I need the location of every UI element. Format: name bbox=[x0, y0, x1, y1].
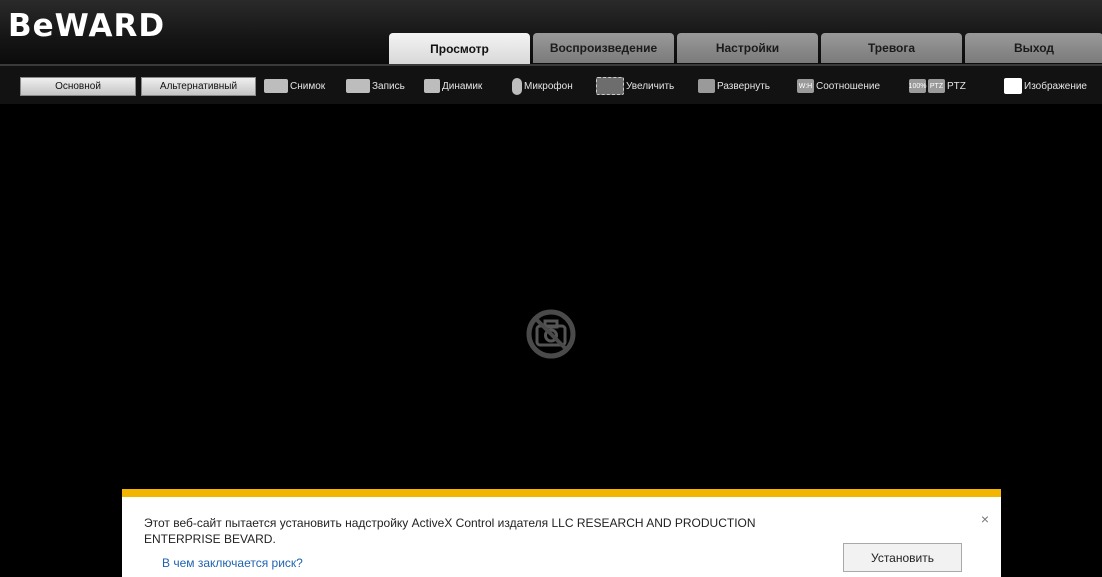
microphone-label: Микрофон bbox=[524, 80, 573, 92]
ratio-icon: W:H bbox=[797, 79, 814, 93]
toolbar: Основной Альтернативный Снимок Запись Ди… bbox=[0, 64, 1102, 104]
stream-main-button[interactable]: Основной bbox=[20, 77, 136, 96]
ratio-label: Соотношение bbox=[816, 80, 881, 92]
fullscreen-icon bbox=[698, 79, 715, 93]
snapshot-label: Снимок bbox=[290, 80, 326, 92]
beward-logo: BeWARD bbox=[8, 8, 166, 44]
main-tabs: Просмотр Воспроизведение Настройки Трево… bbox=[389, 33, 1102, 64]
image-icon bbox=[1004, 78, 1022, 94]
hundred-percent-icon: 100% bbox=[909, 79, 926, 93]
record-label: Запись bbox=[372, 80, 405, 92]
zoom-icon bbox=[596, 77, 624, 95]
fullscreen-tool[interactable]: Развернуть bbox=[698, 75, 770, 97]
ptz-label: PTZ bbox=[947, 80, 966, 92]
install-button[interactable]: Установить bbox=[843, 543, 962, 572]
image-tool[interactable]: Изображение bbox=[1004, 75, 1087, 97]
tab-playback[interactable]: Воспроизведение bbox=[533, 33, 674, 63]
tab-view[interactable]: Просмотр bbox=[389, 33, 530, 64]
zoom-label: Увеличить bbox=[626, 80, 675, 92]
speaker-tool[interactable]: Динамик bbox=[424, 75, 482, 97]
ratio-tool[interactable]: W:H Соотношение bbox=[797, 75, 880, 97]
ptz-icon: PTZ bbox=[928, 79, 945, 93]
stream-alt-button[interactable]: Альтернативный bbox=[141, 77, 256, 96]
microphone-tool[interactable]: Микрофон bbox=[512, 75, 573, 97]
tab-logout[interactable]: Выход bbox=[965, 33, 1102, 63]
snapshot-tool[interactable]: Снимок bbox=[264, 75, 325, 97]
speaker-label: Динамик bbox=[442, 80, 483, 92]
risk-link[interactable]: В чем заключается риск? bbox=[162, 556, 303, 570]
camera-icon bbox=[264, 79, 288, 93]
fullscreen-label: Развернуть bbox=[717, 80, 771, 92]
image-label: Изображение bbox=[1024, 80, 1087, 92]
tab-settings[interactable]: Настройки bbox=[677, 33, 818, 63]
page: BeWARD Просмотр Воспроизведение Настройк… bbox=[0, 0, 1102, 577]
record-tool[interactable]: Запись bbox=[346, 75, 405, 97]
no-camera-icon bbox=[526, 309, 576, 359]
activex-message: Этот веб-сайт пытается установить надстр… bbox=[144, 516, 756, 546]
video-camera-icon bbox=[346, 79, 370, 93]
header: BeWARD Просмотр Воспроизведение Настройк… bbox=[0, 0, 1102, 64]
zoom-tool[interactable]: Увеличить bbox=[596, 75, 674, 97]
close-icon[interactable]: × bbox=[981, 511, 989, 527]
tab-alarm[interactable]: Тревога bbox=[821, 33, 962, 63]
speaker-icon bbox=[424, 79, 440, 93]
ptz-tool[interactable]: 100% PTZ PTZ bbox=[909, 75, 966, 97]
microphone-icon bbox=[512, 77, 522, 95]
